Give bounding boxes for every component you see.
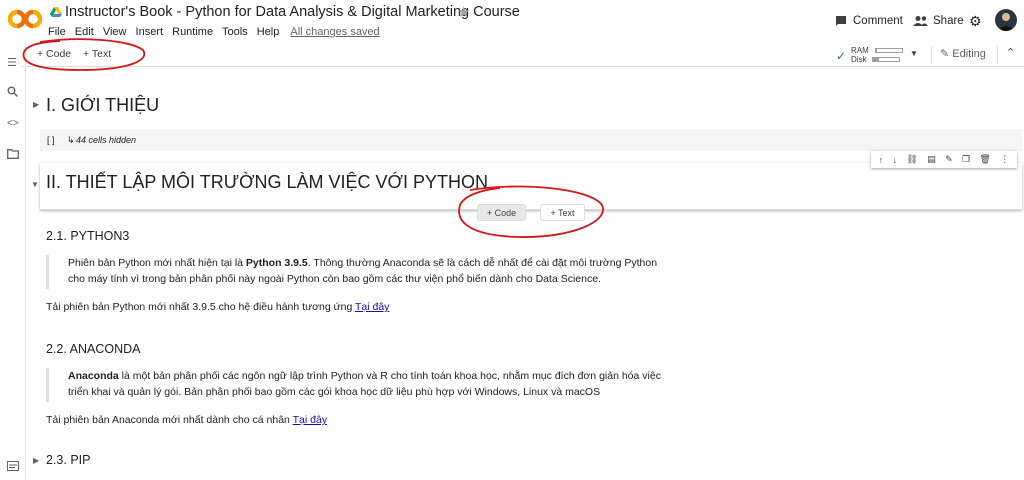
disk-usage-bar <box>871 57 900 63</box>
app-header: Instructor's Book - Python for Data Anal… <box>0 0 1024 43</box>
edit-cell-icon[interactable]: ✎ <box>945 154 953 165</box>
menu-edit[interactable]: Edit <box>75 26 94 38</box>
share-label: Share <box>933 15 964 27</box>
red-annotation-marks <box>22 38 604 238</box>
python3-download-pre: Tải phiên bản Python mới nhất 3.9.5 cho … <box>46 301 356 313</box>
hidden-cells-marker-icon: ↳ <box>67 135 75 145</box>
anaconda-name: Anaconda <box>68 370 119 382</box>
menu-file[interactable]: File <box>48 26 66 38</box>
section-expand-arrow-icon[interactable]: ▼ <box>31 180 39 189</box>
hidden-cells-bar[interactable]: [ ] ↳ 44 cells hidden <box>40 129 1022 151</box>
toolbar-divider <box>931 46 932 64</box>
anaconda-quote: Anaconda là một bản phân phối các ngôn n… <box>46 368 676 402</box>
python3-heading: 2.1. PYTHON3 <box>46 229 130 243</box>
menu-insert[interactable]: Insert <box>136 26 164 38</box>
google-drive-icon[interactable] <box>50 6 62 18</box>
python3-download-link[interactable]: Tại đây <box>355 301 389 313</box>
menu-view[interactable]: View <box>103 26 127 38</box>
pip-heading: 2.3. PIP <box>46 453 91 467</box>
code-snippets-icon[interactable]: <> <box>7 118 19 129</box>
anaconda-download-text: Tải phiên bản Anaconda mới nhất dành cho… <box>46 414 327 426</box>
move-down-icon[interactable]: ↓ <box>893 155 898 165</box>
ram-usage-fill <box>875 49 878 53</box>
comment-cell-icon[interactable]: ▤ <box>927 154 936 165</box>
cell-toolbar: ↑ ↓ ⛓ ▤ ✎ ❐ 🗑 ⋮ <box>871 151 1017 168</box>
disk-usage-fill <box>872 58 880 62</box>
pencil-icon: ✎ <box>940 48 950 60</box>
terminal-icon[interactable] <box>7 461 19 474</box>
delete-icon[interactable]: 🗑 <box>979 154 990 165</box>
settings-gear-icon[interactable]: ⚙ <box>969 10 982 32</box>
menu-tools[interactable]: Tools <box>222 26 248 38</box>
toolbar-divider-2 <box>997 46 998 64</box>
share-button[interactable]: Share <box>913 10 964 32</box>
comment-button[interactable]: Comment <box>835 10 903 32</box>
resource-monitor[interactable]: RAM Disk <box>851 46 903 64</box>
star-icon[interactable]: ★ <box>457 3 470 21</box>
pip-collapse-arrow-icon[interactable]: ▶ <box>33 456 39 465</box>
insert-text-button[interactable]: + Text <box>540 204 585 221</box>
editing-mode-button[interactable]: ✎ Editing <box>940 47 986 60</box>
folder-icon[interactable] <box>7 149 19 162</box>
python3-quote: Phiên bản Python mới nhất hiện tại là Py… <box>46 255 676 289</box>
menu-runtime[interactable]: Runtime <box>172 26 213 38</box>
comment-label: Comment <box>853 15 903 27</box>
user-avatar[interactable] <box>995 9 1017 31</box>
mirror-cell-icon[interactable]: ❐ <box>962 154 970 165</box>
connected-check-icon: ✓ <box>836 49 847 63</box>
section-1-heading: I. GIỚI THIỆU <box>46 95 160 115</box>
comment-icon <box>836 16 846 26</box>
ram-usage-bar <box>874 48 903 54</box>
anaconda-quote-post: là một bản phân phối các ngôn ngữ lập tr… <box>68 370 661 398</box>
move-up-icon[interactable]: ↑ <box>879 155 884 165</box>
runtime-dropdown-icon[interactable]: ▼ <box>910 49 918 58</box>
section-2-heading: II. THIẾT LẬP MÔI TRƯỜNG LÀM VIỆC VỚI PY… <box>46 172 488 192</box>
insert-code-button[interactable]: + Code <box>477 204 526 221</box>
ram-label: RAM <box>851 46 869 55</box>
save-status[interactable]: All changes saved <box>290 26 379 38</box>
left-sidebar: ☰ <> <box>0 43 26 480</box>
colab-logo[interactable] <box>8 8 42 30</box>
hidden-cells-brackets: [ ] <box>47 135 55 145</box>
anaconda-download-link[interactable]: Tại đây <box>293 414 327 426</box>
people-icon <box>913 16 928 26</box>
menu-help[interactable]: Help <box>257 26 280 38</box>
disk-label: Disk <box>851 55 867 64</box>
search-icon[interactable] <box>7 86 18 100</box>
add-code-button[interactable]: + Code <box>37 48 71 60</box>
python3-quote-pre: Phiên bản Python mới nhất hiện tại là <box>68 257 246 269</box>
hidden-cells-count: 44 cells hidden <box>76 135 137 145</box>
link-icon[interactable]: ⛓ <box>906 154 917 165</box>
add-text-button[interactable]: + Text <box>83 48 111 60</box>
python3-version: Python 3.9.5 <box>245 257 308 269</box>
anaconda-heading: 2.2. ANACONDA <box>46 342 141 356</box>
notebook-toolbar: + Code + Text ✓ RAM Disk ▼ ✎ Editing ⌃ <box>22 43 1024 67</box>
table-of-contents-icon[interactable]: ☰ <box>7 56 17 69</box>
notebook-title[interactable]: Instructor's Book - Python for Data Anal… <box>65 4 520 20</box>
anaconda-download-pre: Tải phiên bản Anaconda mới nhất dành cho… <box>46 414 293 426</box>
python3-download-text: Tải phiên bản Python mới nhất 3.9.5 cho … <box>46 301 389 313</box>
menu-bar: File Edit View Insert Runtime Tools Help… <box>48 26 386 38</box>
collapse-header-chevron-icon[interactable]: ⌃ <box>1006 46 1015 59</box>
more-options-icon[interactable]: ⋮ <box>1000 154 1009 165</box>
section-collapse-arrow-icon[interactable]: ▶ <box>33 100 39 109</box>
editing-label: Editing <box>952 48 986 60</box>
